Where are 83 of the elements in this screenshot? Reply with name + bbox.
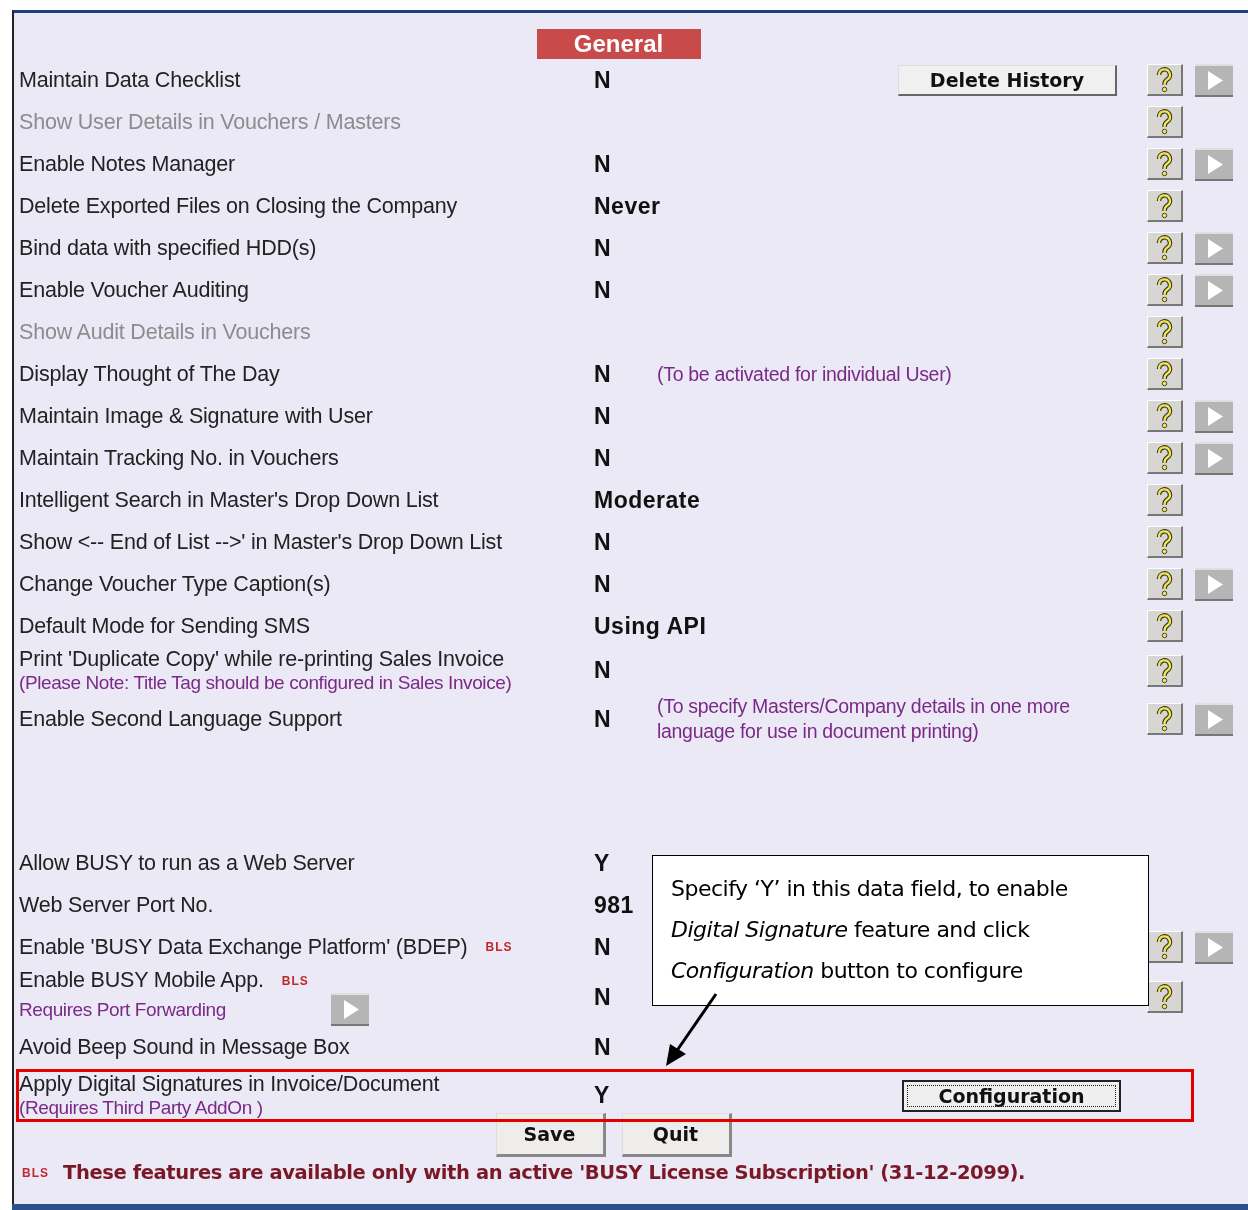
- setting-value[interactable]: N: [594, 1033, 612, 1061]
- setting-label: Display Thought of The Day: [19, 361, 280, 387]
- setting-note: (Requires Third Party AddOn ): [19, 1097, 263, 1119]
- setting-value[interactable]: Using API: [594, 612, 707, 640]
- license-label: BLS: [22, 1165, 49, 1180]
- play-icon[interactable]: [1195, 231, 1233, 265]
- setting-label: Enable Second Language Support: [19, 706, 342, 732]
- setting-label: Show Audit Details in Vouchers: [19, 319, 311, 345]
- help-icon[interactable]: [1147, 703, 1183, 735]
- setting-label: Maintain Tracking No. in Vouchers: [19, 445, 339, 471]
- help-icon[interactable]: [1147, 400, 1183, 432]
- help-icon[interactable]: [1147, 442, 1183, 474]
- setting-label: Allow BUSY to run as a Web Server: [19, 850, 355, 876]
- setting-label: Show User Details in Vouchers / Masters: [19, 109, 401, 135]
- setting-value[interactable]: N: [594, 933, 612, 961]
- help-icon[interactable]: [1147, 981, 1183, 1013]
- setting-value[interactable]: Moderate: [594, 486, 701, 514]
- help-icon[interactable]: [1147, 610, 1183, 642]
- help-icon[interactable]: [1147, 64, 1183, 96]
- setting-value[interactable]: N: [594, 234, 612, 262]
- setting-value[interactable]: Y: [594, 849, 610, 877]
- setting-value[interactable]: Y: [594, 1082, 610, 1109]
- action-button[interactable]: Configuration: [902, 1079, 1121, 1112]
- play-icon[interactable]: [1195, 273, 1233, 307]
- setting-label: Default Mode for Sending SMS: [19, 613, 310, 639]
- setting-value[interactable]: N: [594, 528, 612, 556]
- setting-label: Bind data with specified HDD(s): [19, 235, 317, 261]
- setting-label: Intelligent Search in Master's Drop Down List: [19, 487, 439, 513]
- dialog-button[interactable]: Quit: [621, 1113, 732, 1157]
- setting-label: Change Voucher Type Caption(s): [19, 571, 331, 597]
- setting-label: Web Server Port No.: [19, 892, 214, 918]
- setting-value[interactable]: N: [594, 402, 612, 430]
- help-icon[interactable]: [1147, 484, 1183, 516]
- setting-label: Enable Voucher Auditing: [19, 277, 249, 303]
- setting-label: Maintain Data Checklist: [19, 67, 241, 93]
- setting-label: Apply Digital Signatures in Invoice/Document: [19, 1072, 440, 1097]
- help-icon[interactable]: [1147, 526, 1183, 558]
- dialog-button[interactable]: Save: [495, 1113, 606, 1157]
- help-icon[interactable]: [1147, 568, 1183, 600]
- setting-value[interactable]: N: [594, 276, 612, 304]
- play-icon[interactable]: [1195, 702, 1233, 736]
- setting-label: Enable BUSY Mobile App.: [19, 968, 264, 993]
- setting-value[interactable]: N: [594, 360, 612, 388]
- setting-label: Delete Exported Files on Closing the Company: [19, 193, 458, 219]
- setting-value[interactable]: Never: [594, 192, 661, 220]
- footer-message: These features are available only with an active 'BUSY License Subscription' (31-12-2099).: [63, 1161, 1026, 1184]
- play-icon[interactable]: [1195, 63, 1233, 97]
- play-icon[interactable]: [1195, 441, 1233, 475]
- setting-value[interactable]: N: [594, 570, 612, 598]
- setting-note: (To specify Masters/Company details in one more language for use in document printing): [657, 694, 1071, 744]
- play-icon[interactable]: [1195, 567, 1233, 601]
- setting-label: Maintain Image & Signature with User: [19, 403, 373, 429]
- play-icon[interactable]: [1195, 399, 1233, 433]
- help-icon[interactable]: [1147, 654, 1183, 687]
- help-icon[interactable]: [1147, 232, 1183, 264]
- setting-note: Requires Port Forwarding: [19, 998, 226, 1021]
- setting-label: Enable Notes Manager: [19, 151, 235, 177]
- setting-value[interactable]: N: [594, 657, 612, 684]
- play-icon[interactable]: [1195, 930, 1233, 964]
- help-icon[interactable]: [1147, 190, 1183, 222]
- help-icon[interactable]: [1147, 931, 1183, 963]
- setting-note: (To be activated for individual User): [657, 361, 953, 387]
- play-icon[interactable]: [330, 993, 369, 1026]
- setting-value[interactable]: N: [594, 150, 612, 178]
- setting-value[interactable]: 981: [594, 891, 634, 919]
- license-label: BLS: [485, 940, 513, 954]
- setting-value[interactable]: N: [594, 983, 612, 1011]
- license-label: BLS: [281, 973, 309, 988]
- callout-box: Specify ‘Y’ in this data field, to enable Digital Signature feature and click Configuration button to configure: [652, 855, 1149, 1006]
- setting-label: Show <-- End of List -->' in Master's Drop Down List: [19, 529, 502, 555]
- setting-value[interactable]: N: [594, 444, 612, 472]
- help-icon[interactable]: [1147, 148, 1183, 180]
- section-title: General: [536, 29, 701, 59]
- setting-value[interactable]: N: [594, 66, 612, 94]
- setting-label: Enable 'BUSY Data Exchange Platform' (BDEP): [19, 934, 468, 960]
- action-button[interactable]: Delete History: [898, 64, 1117, 96]
- help-icon[interactable]: [1147, 274, 1183, 306]
- setting-label: Print 'Duplicate Copy' while re-printing Sales Invoice: [19, 647, 504, 672]
- help-icon[interactable]: [1147, 358, 1183, 390]
- setting-value[interactable]: N: [594, 705, 612, 733]
- setting-note: (Please Note: Title Tag should be configured in Sales Invoice): [19, 672, 512, 694]
- setting-label: Avoid Beep Sound in Message Box: [19, 1034, 350, 1060]
- play-icon[interactable]: [1195, 147, 1233, 181]
